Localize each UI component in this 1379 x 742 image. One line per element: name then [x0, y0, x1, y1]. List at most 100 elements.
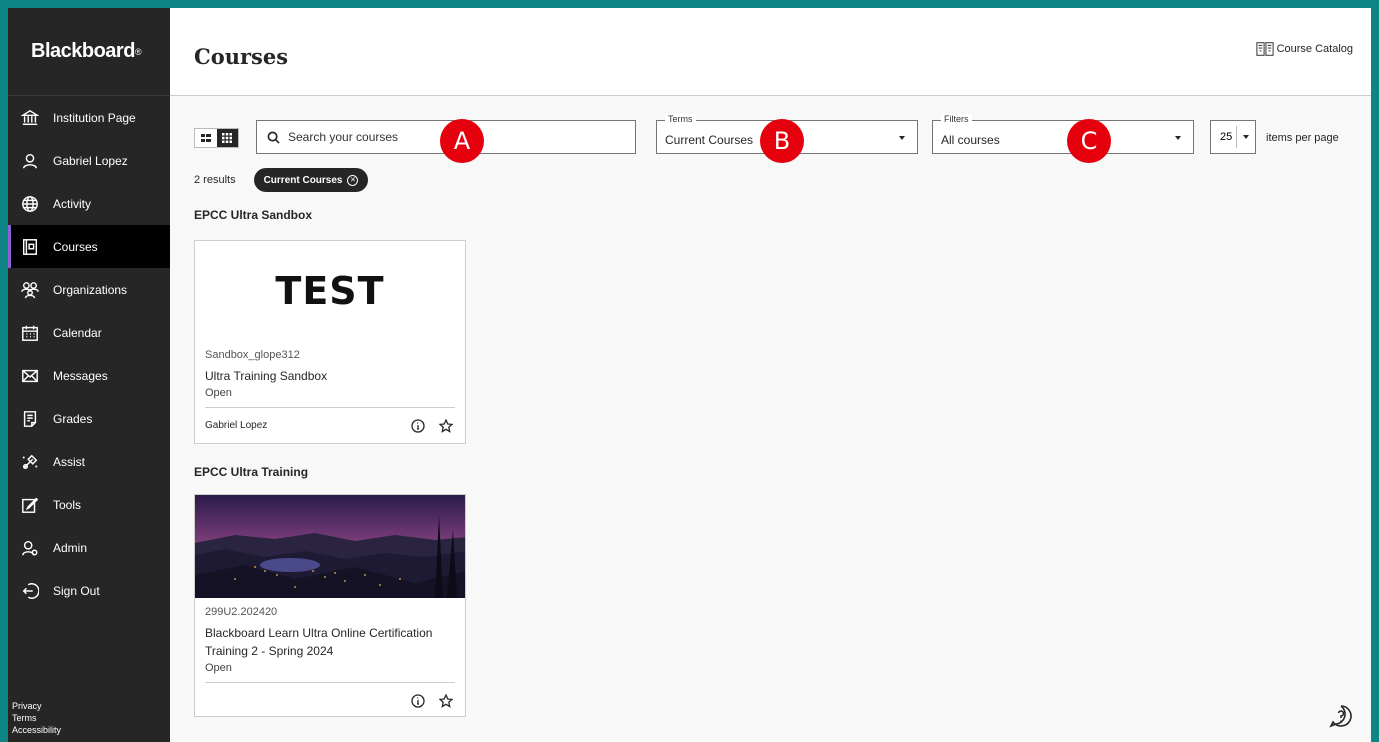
sidebar-item-label: Assist	[53, 454, 86, 469]
course-card-footer: Gabriel Lopez	[205, 407, 455, 443]
items-per-page-value: 25	[1220, 131, 1233, 143]
terms-label: Terms	[665, 114, 696, 124]
annotation-marker-a: A	[440, 119, 484, 163]
globe-icon	[19, 193, 41, 215]
items-per-page-select[interactable]: 25	[1210, 120, 1256, 154]
terms-value: Current Courses	[665, 133, 754, 147]
search-icon	[267, 131, 280, 144]
filters-select[interactable]: Filters All courses	[932, 114, 1194, 154]
course-card[interactable]: TEST Sandbox_glope312 Ultra Training San…	[194, 240, 466, 444]
chevron-down-icon	[899, 136, 905, 140]
view-toggle	[194, 128, 239, 148]
annotation-marker-c: C	[1067, 119, 1111, 163]
course-name[interactable]: Ultra Training Sandbox	[205, 367, 455, 385]
course-name[interactable]: Blackboard Learn Ultra Online Certificat…	[205, 624, 455, 660]
sidebar-item-label: Courses	[53, 239, 98, 254]
filters-value: All courses	[941, 133, 1000, 147]
brand-logo[interactable]: Blackboard ®	[8, 8, 170, 96]
privacy-link[interactable]: Privacy	[12, 700, 61, 712]
courses-icon	[19, 236, 41, 258]
sidebar-item-label: Organizations	[53, 282, 128, 297]
grid-view-icon	[222, 133, 233, 143]
sidebar-item-sign-out[interactable]: Sign Out	[8, 569, 170, 612]
annotation-marker-b: B	[760, 119, 804, 163]
course-group-title: EPCC Ultra Training	[194, 465, 309, 479]
list-view-button[interactable]	[195, 129, 217, 147]
course-name-line: Training 2 - Spring 2024	[205, 644, 334, 658]
sidebar-item-assist[interactable]: Assist	[8, 440, 170, 483]
course-banner-image	[195, 495, 465, 598]
sidebar-item-label: Sign Out	[53, 583, 100, 598]
app-frame: Blackboard ® Institution Page Gabriel Lop…	[8, 8, 1371, 742]
sidebar-item-label: Messages	[53, 368, 108, 383]
course-id: 299U2.202420	[205, 606, 278, 618]
envelope-icon	[19, 365, 41, 387]
course-card[interactable]: 299U2.202420 Blackboard Learn Ultra Onli…	[194, 494, 466, 717]
sidebar-item-calendar[interactable]: Calendar	[8, 311, 170, 354]
list-view-icon	[200, 134, 211, 142]
info-icon[interactable]	[411, 418, 425, 433]
help-button[interactable]	[1329, 704, 1353, 728]
close-icon[interactable]: ✕	[347, 174, 359, 186]
caret-down-icon	[1243, 135, 1249, 139]
course-catalog-link[interactable]: Course Catalog	[1255, 40, 1353, 58]
organizations-icon	[19, 279, 41, 301]
night-landscape-image	[195, 495, 465, 598]
catalog-icon	[1255, 42, 1274, 56]
sidebar-item-organizations[interactable]: Organizations	[8, 268, 170, 311]
terms-link[interactable]: Terms	[12, 712, 61, 724]
sidebar-item-activity[interactable]: Activity	[8, 182, 170, 225]
divider	[1236, 126, 1237, 148]
search-input[interactable]	[288, 130, 588, 144]
sidebar-item-institution-page[interactable]: Institution Page	[8, 96, 170, 139]
course-name-line: Blackboard Learn Ultra Online Certificat…	[205, 626, 433, 640]
sidebar-item-label: Activity	[53, 196, 92, 211]
filters-label: Filters	[941, 114, 972, 124]
course-banner: TEST	[275, 269, 385, 313]
tools-icon	[19, 494, 41, 516]
results-count: 2 results	[194, 174, 236, 186]
sign-out-icon	[19, 580, 41, 602]
sidebar-item-profile[interactable]: Gabriel Lopez	[8, 139, 170, 182]
filter-chip-current-courses[interactable]: Current Courses ✕	[253, 168, 369, 192]
sidebar-item-admin[interactable]: Admin	[8, 526, 170, 569]
sidebar-item-tools[interactable]: Tools	[8, 483, 170, 526]
course-status: Open	[205, 662, 232, 674]
help-icon	[1329, 705, 1352, 728]
sidebar-item-label: Calendar	[53, 325, 102, 340]
items-per-page-label: items per page	[1266, 132, 1339, 144]
sidebar-item-grades[interactable]: Grades	[8, 397, 170, 440]
main-content: Courses Course Catalog Terms	[170, 8, 1371, 742]
course-card-footer	[205, 682, 455, 718]
sidebar-footer: Privacy Terms Accessibility	[12, 700, 61, 736]
page-header: Courses Course Catalog	[170, 8, 1371, 96]
course-catalog-label: Course Catalog	[1276, 43, 1353, 55]
course-instructor[interactable]: Gabriel Lopez	[205, 420, 267, 431]
grades-icon	[19, 408, 41, 430]
sidebar-item-label: Gabriel Lopez	[53, 153, 128, 168]
course-status: Open	[205, 387, 232, 399]
grid-view-button[interactable]	[216, 129, 238, 147]
sidebar-item-label: Admin	[53, 540, 88, 555]
admin-icon	[19, 537, 41, 559]
results-bar: 2 results Current Courses ✕	[194, 168, 369, 192]
info-icon[interactable]	[411, 693, 425, 708]
calendar-icon	[19, 322, 41, 344]
star-icon[interactable]	[439, 693, 453, 708]
chip-label: Current Courses	[263, 174, 343, 186]
course-group-title: EPCC Ultra Sandbox	[194, 208, 313, 222]
sidebar-item-messages[interactable]: Messages	[8, 354, 170, 397]
sidebar: Blackboard ® Institution Page Gabriel Lop…	[8, 8, 170, 742]
course-id: Sandbox_glope312	[205, 349, 300, 361]
star-icon[interactable]	[439, 418, 453, 433]
sidebar-item-label: Institution Page	[53, 110, 136, 125]
sidebar-item-courses[interactable]: Courses	[8, 225, 170, 268]
page-title: Courses	[194, 44, 289, 69]
chevron-down-icon	[1175, 136, 1181, 140]
user-icon	[19, 150, 41, 172]
institution-icon	[19, 107, 41, 129]
assist-icon	[19, 451, 41, 473]
sidebar-item-label: Tools	[53, 497, 82, 512]
sidebar-item-label: Grades	[53, 411, 93, 426]
accessibility-link[interactable]: Accessibility	[12, 724, 61, 736]
